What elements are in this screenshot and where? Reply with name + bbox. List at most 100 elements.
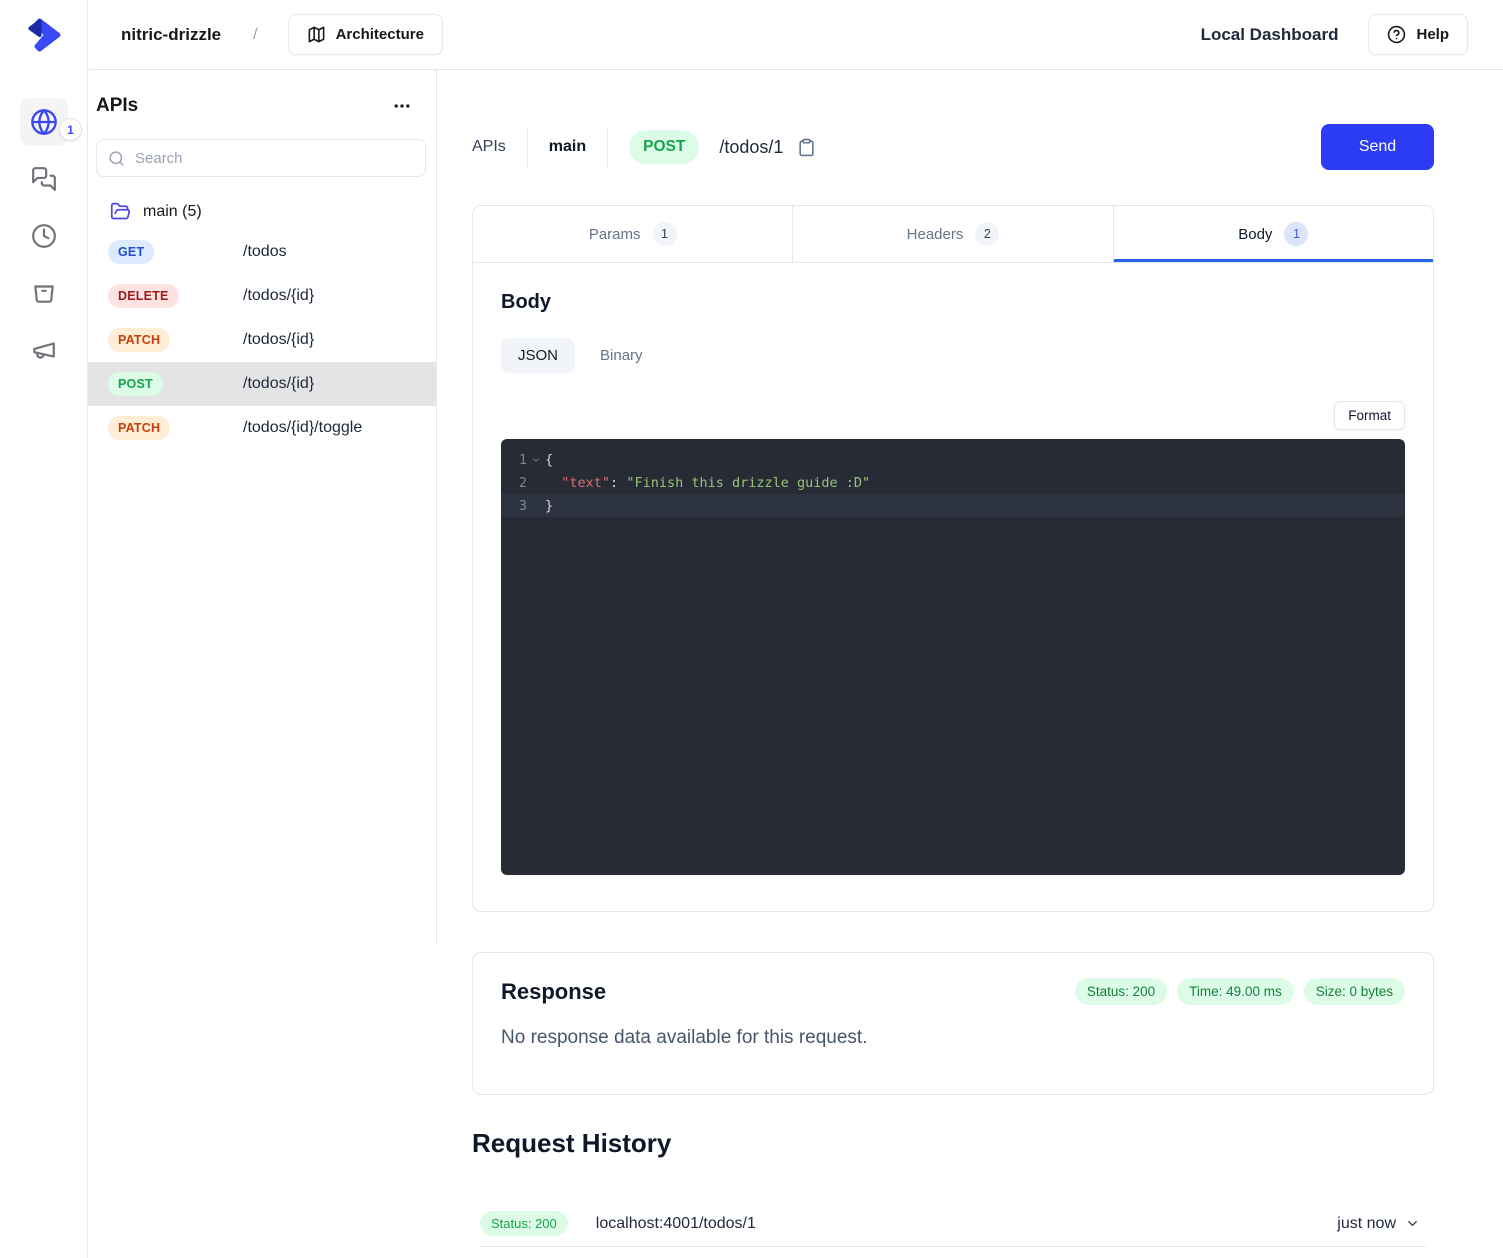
tab-label: Body bbox=[1238, 226, 1272, 243]
body-section-title: Body bbox=[501, 291, 1405, 314]
tab-count-badge: 1 bbox=[1284, 222, 1308, 246]
tab[interactable]: Headers 2 bbox=[793, 206, 1113, 262]
tab[interactable]: Body 1 bbox=[1114, 206, 1433, 262]
code-line-active: 3 } bbox=[501, 494, 1405, 517]
chat-bubbles-icon bbox=[31, 166, 57, 192]
rail-item-topics[interactable] bbox=[20, 326, 68, 374]
code-text: { bbox=[545, 452, 553, 468]
help-label: Help bbox=[1416, 26, 1449, 43]
folder-label: main (5) bbox=[143, 203, 202, 221]
json-body-editor[interactable]: 1 { 2 "text": "Finish this drizzle guide… bbox=[501, 439, 1405, 875]
send-button[interactable]: Send bbox=[1321, 124, 1434, 170]
request-card: Params 1 Headers 2 Body 1 Body bbox=[472, 205, 1434, 912]
divider bbox=[607, 127, 608, 167]
json-key: "text" bbox=[561, 475, 610, 491]
crumb-api-name: main bbox=[549, 138, 586, 156]
icon-rail: 1 bbox=[0, 0, 88, 1258]
request-bar: APIs main POST /todos/1 Send bbox=[472, 124, 1434, 170]
project-name: nitric-drizzle bbox=[121, 25, 221, 45]
globe-icon bbox=[30, 108, 58, 136]
code-line: 1 { bbox=[501, 448, 1405, 471]
megaphone-icon bbox=[31, 337, 57, 363]
mode-binary-button[interactable]: Binary bbox=[583, 338, 660, 373]
tab-label: Params bbox=[589, 226, 641, 243]
request-method-badge: POST bbox=[629, 130, 699, 164]
endpoint-path: /todos/{id} bbox=[243, 331, 314, 349]
architecture-button[interactable]: Architecture bbox=[288, 14, 443, 55]
format-button[interactable]: Format bbox=[1334, 401, 1405, 430]
fold-chevron-icon[interactable] bbox=[527, 455, 545, 465]
endpoint-row[interactable]: GET /todos bbox=[88, 230, 436, 274]
endpoint-row[interactable]: PATCH /todos/{id}/toggle bbox=[88, 406, 436, 450]
response-empty-message: No response data available for this requ… bbox=[501, 1027, 1405, 1049]
top-bar: nitric-drizzle / Architecture Local Dash… bbox=[89, 0, 1503, 70]
tab-count-badge: 1 bbox=[653, 222, 677, 246]
history-time-label: just now bbox=[1337, 1215, 1396, 1233]
breadcrumb-separator: / bbox=[253, 26, 257, 44]
api-folder-main[interactable]: main (5) bbox=[88, 193, 436, 230]
mode-json-button[interactable]: JSON bbox=[501, 338, 575, 373]
endpoint-path: /todos/{id} bbox=[243, 287, 314, 305]
method-badge: PATCH bbox=[108, 416, 170, 440]
api-count-badge: 1 bbox=[59, 118, 82, 141]
body-mode-toggle: JSON Binary bbox=[501, 338, 1405, 373]
request-history-title: Request History bbox=[472, 1128, 1434, 1159]
folder-open-icon bbox=[110, 201, 131, 222]
map-icon bbox=[307, 25, 326, 44]
tab-bar: Params 1 Headers 2 Body 1 bbox=[473, 206, 1433, 263]
endpoint-path: /todos/{id}/toggle bbox=[243, 419, 362, 437]
response-badge: Status: 200 bbox=[1075, 978, 1167, 1005]
response-badge: Time: 49.00 ms bbox=[1177, 978, 1294, 1005]
code-text: } bbox=[545, 498, 553, 514]
apis-sidebar: APIs main (5) GET /todos bbox=[88, 70, 437, 945]
sidebar-title: APIs bbox=[96, 95, 138, 117]
local-dashboard-label: Local Dashboard bbox=[1201, 25, 1339, 45]
help-button[interactable]: Help bbox=[1368, 14, 1468, 55]
code-line: 2 "text": "Finish this drizzle guide :D" bbox=[501, 471, 1405, 494]
endpoint-row[interactable]: DELETE /todos/{id} bbox=[88, 274, 436, 318]
tab[interactable]: Params 1 bbox=[473, 206, 793, 262]
response-badge: Size: 0 bytes bbox=[1304, 978, 1405, 1005]
rail-item-websockets[interactable] bbox=[20, 155, 68, 203]
chevron-down-icon bbox=[1405, 1216, 1420, 1231]
rail-item-storage[interactable] bbox=[20, 269, 68, 317]
method-badge: DELETE bbox=[108, 284, 179, 308]
endpoint-row[interactable]: PATCH /todos/{id} bbox=[88, 318, 436, 362]
help-circle-icon bbox=[1387, 25, 1406, 44]
history-time-toggle[interactable]: just now bbox=[1337, 1215, 1426, 1233]
copy-path-button[interactable] bbox=[795, 136, 818, 159]
method-badge: GET bbox=[108, 240, 154, 264]
endpoint-row[interactable]: POST /todos/{id} bbox=[88, 362, 436, 406]
history-row[interactable]: Status: 200 localhost:4001/todos/1 just … bbox=[480, 1201, 1426, 1247]
endpoint-path: /todos/{id} bbox=[243, 375, 314, 393]
json-string-value: "Finish this drizzle guide :D" bbox=[626, 475, 870, 491]
tab-label: Headers bbox=[907, 226, 964, 243]
rail-item-schedules[interactable] bbox=[20, 212, 68, 260]
search-icon bbox=[108, 150, 125, 167]
storage-box-icon bbox=[31, 280, 57, 306]
response-meta-badges: Status: 200 Time: 49.00 ms Size: 0 bytes bbox=[1075, 978, 1405, 1005]
ellipsis-icon bbox=[392, 96, 412, 116]
response-title: Response bbox=[501, 979, 606, 1005]
search-input[interactable] bbox=[96, 139, 426, 177]
line-number: 2 bbox=[501, 475, 527, 491]
crumb-apis: APIs bbox=[472, 138, 506, 156]
divider bbox=[527, 127, 528, 167]
endpoint-path: /todos bbox=[243, 243, 287, 261]
endpoint-list: GET /todos DELETE /todos/{id} PATCH /tod… bbox=[88, 230, 436, 450]
request-path: /todos/1 bbox=[719, 137, 783, 158]
clipboard-icon bbox=[797, 138, 816, 157]
history-status-badge: Status: 200 bbox=[480, 1211, 568, 1236]
method-badge: POST bbox=[108, 372, 163, 396]
history-url: localhost:4001/todos/1 bbox=[596, 1215, 756, 1233]
main-content: APIs main POST /todos/1 Send Params 1 bbox=[437, 70, 1503, 1258]
line-number: 3 bbox=[501, 498, 527, 514]
nitric-logo bbox=[22, 13, 66, 57]
clock-icon bbox=[31, 223, 57, 249]
tab-count-badge: 2 bbox=[975, 222, 999, 246]
line-number: 1 bbox=[501, 452, 527, 468]
request-history-list: Status: 200 localhost:4001/todos/1 just … bbox=[472, 1201, 1434, 1247]
method-badge: PATCH bbox=[108, 328, 170, 352]
response-card: Response Status: 200 Time: 49.00 ms Size… bbox=[472, 952, 1434, 1095]
more-menu-button[interactable] bbox=[390, 94, 414, 118]
